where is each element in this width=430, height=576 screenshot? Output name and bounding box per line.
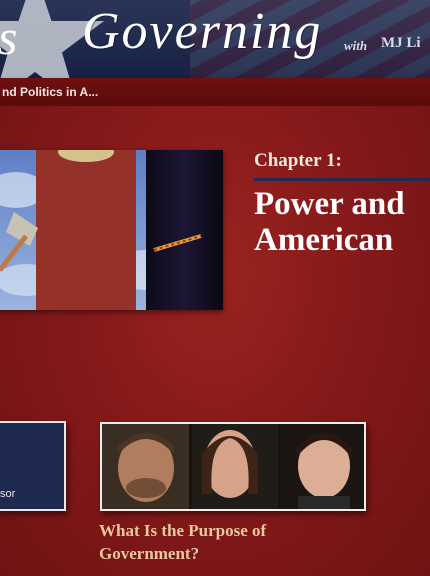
- video-thumbnail-image: [102, 424, 364, 509]
- video-title-link[interactable]: What Is the Purpose of Government?: [99, 519, 339, 565]
- chapter-title: Power and American: [254, 186, 405, 258]
- logo-author-name: MJ Li: [381, 35, 421, 51]
- chapter-label: Chapter 1:: [254, 150, 342, 171]
- video-card-partial-label: sor: [0, 488, 16, 500]
- site-logo[interactable]: Governing: [82, 2, 322, 61]
- video-still-image: [0, 150, 223, 310]
- chapter-divider: [254, 178, 430, 181]
- chapter-video-player[interactable]: [0, 150, 223, 310]
- site-subtitle-bar: nd Politics in A...: [0, 78, 430, 106]
- logo-text-fragment: s: [0, 9, 19, 65]
- site-header: s Governing with MJ Li: [0, 0, 430, 78]
- site-subtitle: nd Politics in A...: [2, 85, 99, 99]
- video-thumbnail[interactable]: [100, 422, 366, 511]
- logo-with-text: with: [344, 38, 368, 53]
